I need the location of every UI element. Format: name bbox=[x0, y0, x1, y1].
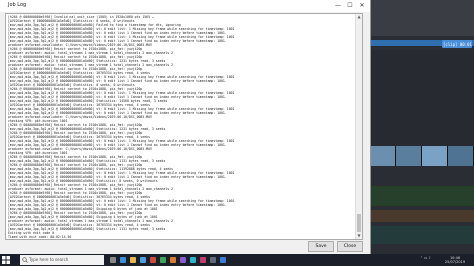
search-icon bbox=[22, 257, 28, 263]
task-view-icon[interactable] bbox=[110, 257, 116, 263]
vertical-scrollbar[interactable]: ▲ ▼ bbox=[355, 14, 362, 239]
maximize-icon[interactable]: ☐ bbox=[344, 1, 356, 11]
thumbnail bbox=[448, 146, 474, 166]
job-log-dialog: Job Log — ☐ ✕ [h264 @ 000000000e5f60] In… bbox=[0, 0, 371, 254]
clip-label: [clip] 00:01:57.17 bbox=[443, 42, 472, 47]
shotcut-icon[interactable] bbox=[220, 257, 226, 263]
windows-start-icon[interactable] bbox=[2, 256, 10, 264]
scroll-down-icon[interactable]: ▼ bbox=[356, 233, 362, 239]
taskbar-search-box[interactable]: Type here to search bbox=[20, 255, 104, 265]
app-icon[interactable] bbox=[160, 257, 166, 263]
close-icon[interactable]: ✕ bbox=[356, 1, 368, 11]
app-icon[interactable] bbox=[150, 257, 156, 263]
audio-waveform-secondary bbox=[370, 226, 474, 244]
window-title: Job Log bbox=[8, 2, 27, 8]
scroll-up-icon[interactable]: ▲ bbox=[356, 14, 362, 20]
log-text-area[interactable]: [h264 @ 000000000e5f60] Invalid nal_unit… bbox=[5, 13, 363, 240]
file-explorer-icon[interactable] bbox=[130, 257, 136, 263]
editor-toolbar bbox=[370, 0, 474, 36]
audio-track bbox=[370, 210, 474, 222]
save-button[interactable]: Save bbox=[308, 241, 334, 252]
thumbnail bbox=[370, 146, 396, 166]
app-icon[interactable] bbox=[190, 257, 196, 263]
clock-date: 25/07/2019 bbox=[444, 260, 466, 264]
search-placeholder: Type here to search bbox=[29, 257, 69, 262]
video-track bbox=[370, 50, 474, 146]
system-tray-icons[interactable]: ⌃ ▭ ♪ bbox=[420, 256, 431, 260]
thumbnail bbox=[422, 146, 448, 166]
app-icon[interactable] bbox=[180, 257, 186, 263]
app-icon[interactable] bbox=[210, 257, 216, 263]
thumbnail bbox=[396, 146, 422, 166]
clock[interactable]: 10:46 25/07/2019 bbox=[440, 256, 470, 264]
scroll-thumb[interactable] bbox=[357, 214, 361, 232]
video-thumbnails bbox=[370, 146, 474, 166]
audio-waveform bbox=[370, 186, 474, 206]
minimize-icon[interactable]: — bbox=[332, 1, 344, 11]
app-icon[interactable] bbox=[170, 257, 176, 263]
title-bar: Job Log — ☐ ✕ bbox=[0, 0, 370, 12]
close-button[interactable]: Close bbox=[337, 241, 363, 252]
app-icon[interactable] bbox=[200, 257, 206, 263]
edge-icon[interactable] bbox=[120, 257, 126, 263]
store-icon[interactable] bbox=[140, 257, 146, 263]
background-editor-window: [clip] 00:01:57.17 bbox=[370, 0, 474, 254]
taskbar: Type here to search ⌃ ▭ ♪ 10:46 25/07/20… bbox=[0, 254, 474, 266]
log-lines: [h264 @ 000000000e5f60] Invalid nal_unit… bbox=[8, 15, 348, 239]
timeline-clip[interactable]: [clip] 00:01:57.17 bbox=[442, 40, 472, 48]
log-line: Timed with exit code: 00:02:14.50 bbox=[8, 235, 72, 239]
